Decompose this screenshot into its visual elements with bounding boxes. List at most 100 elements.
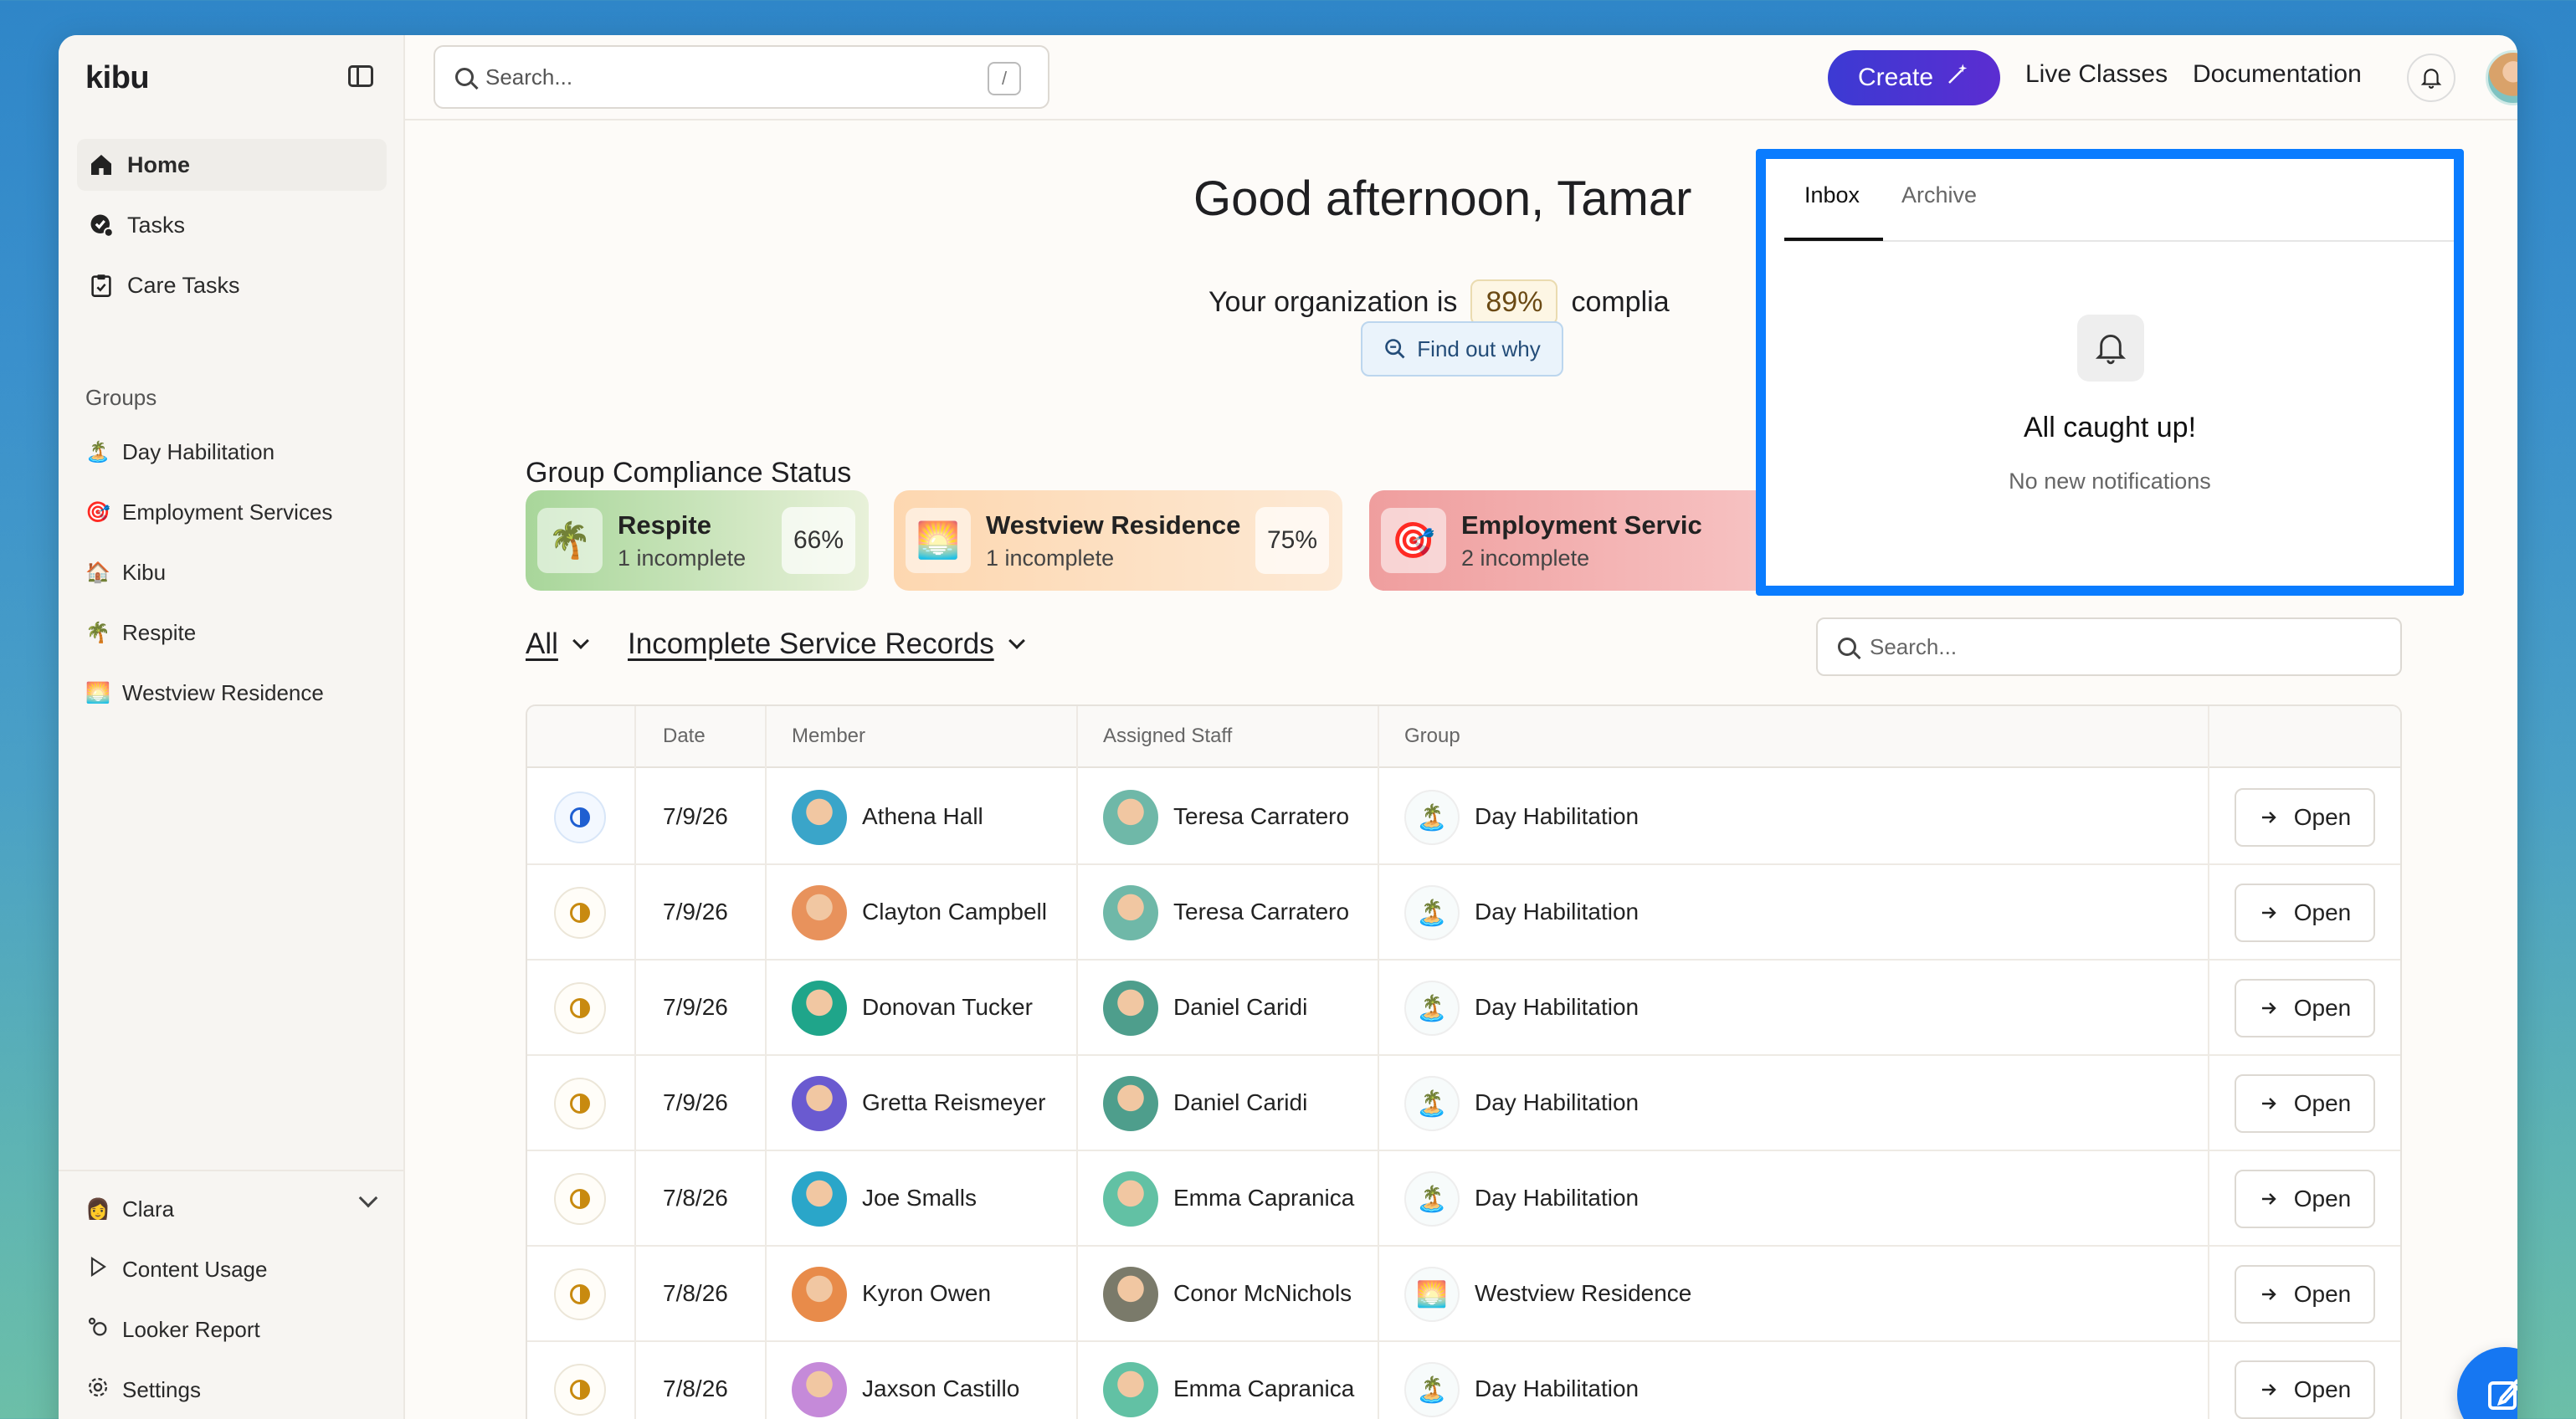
cell-group: Westview Residence [1475, 1280, 1692, 1306]
table-row[interactable]: 7/9/26 Clayton Campbell Teresa Carratero… [527, 865, 2400, 961]
zoom-search-icon [1385, 339, 1405, 359]
open-button[interactable]: Open [2235, 884, 2375, 942]
card-percent: 75% [1255, 507, 1329, 574]
clipboard-icon [87, 271, 115, 300]
cell-group: Day Habilitation [1475, 803, 1640, 829]
compliance-card-westview-residence[interactable]: 🌅 Westview Residence 1 incomplete 75% [894, 490, 1342, 591]
sidebar-group-day-habilitation[interactable]: 🏝️ Day Habilitation [77, 428, 387, 476]
open-button[interactable]: Open [2235, 1074, 2375, 1133]
sidebar-item-label: Home [127, 151, 191, 177]
cell-member[interactable]: Clayton Campbell [862, 899, 1047, 925]
column-header-member[interactable]: Member [792, 725, 865, 748]
user-avatar-icon: 👩 [85, 1197, 110, 1221]
sidebar-group-label: Respite [122, 619, 197, 645]
sidebar-item-tasks[interactable]: Tasks [77, 199, 387, 251]
cell-staff: Teresa Carratero [1173, 899, 1350, 925]
compliance-percent-badge: 89% [1470, 279, 1558, 325]
table-row[interactable]: 7/9/26 Donovan Tucker Daniel Caridi 🏝️ D… [527, 961, 2400, 1056]
sidebar-group-label: Kibu [122, 559, 167, 585]
status-half-icon[interactable] [554, 1173, 606, 1225]
cell-member[interactable]: Gretta Reismeyer [862, 1089, 1045, 1116]
sidebar-item-settings[interactable]: Settings [77, 1365, 387, 1414]
card-subtitle: 2 incomplete [1461, 545, 1590, 571]
sidebar-item-looker-report[interactable]: Looker Report [77, 1305, 387, 1354]
keyboard-shortcut-badge: / [988, 62, 1021, 95]
status-half-icon[interactable] [554, 791, 606, 843]
cell-member[interactable]: Athena Hall [862, 803, 983, 830]
documentation-link[interactable]: Documentation [2193, 60, 2362, 89]
empty-state-subtitle: No new notifications [2009, 469, 2211, 494]
group-icon: 🏝️ [1404, 1362, 1460, 1417]
user-switcher[interactable]: 👩 Clara [77, 1185, 387, 1233]
open-button[interactable]: Open [2235, 979, 2375, 1037]
compliance-card-respite[interactable]: 🌴 Respite 1 incomplete 66% [526, 490, 869, 591]
open-button[interactable]: Open [2235, 1265, 2375, 1324]
sidebar-group-kibu[interactable]: 🏠 Kibu [77, 548, 387, 597]
cell-date: 7/8/26 [663, 1280, 728, 1306]
tab-divider [1784, 240, 2454, 242]
open-button-label: Open [2293, 1281, 2352, 1307]
sidebar-item-care-tasks[interactable]: Care Tasks [77, 259, 387, 311]
tab-inbox[interactable]: Inbox [1804, 182, 1860, 208]
table-row[interactable]: 7/8/26 Kyron Owen Conor McNichols 🌅 West… [527, 1247, 2400, 1342]
arrow-right-icon [2261, 1384, 2276, 1396]
group-icon: 🏝️ [1404, 1076, 1460, 1131]
compliance-suffix: complia [1571, 286, 1670, 318]
open-button[interactable]: Open [2235, 1360, 2375, 1419]
live-classes-link[interactable]: Live Classes [2025, 60, 2168, 89]
member-avatar [792, 1076, 847, 1131]
sidebar-group-label: Employment Services [122, 499, 333, 525]
table-row[interactable]: 7/8/26 Joe Smalls Emma Capranica 🏝️ Day … [527, 1151, 2400, 1247]
open-button[interactable]: Open [2235, 1170, 2375, 1228]
member-avatar [792, 1171, 847, 1227]
sidebar-group-westview-residence[interactable]: 🌅 Westview Residence [77, 669, 387, 717]
cell-member[interactable]: Jaxson Castillo [862, 1375, 1019, 1402]
filter-all-dropdown[interactable]: All [526, 628, 589, 661]
sidebar-group-respite[interactable]: 🌴 Respite [77, 608, 387, 657]
compliance-prefix: Your organization is [1208, 286, 1458, 318]
find-out-why-button[interactable]: Find out why [1361, 321, 1563, 377]
cell-member[interactable]: Joe Smalls [862, 1185, 977, 1212]
status-half-icon[interactable] [554, 1078, 606, 1130]
card-name: Respite [618, 510, 711, 540]
notifications-button[interactable] [2407, 54, 2455, 102]
tab-archive[interactable]: Archive [1901, 182, 1977, 208]
brand-logo[interactable]: kibu [85, 60, 150, 96]
sidebar-item-home[interactable]: Home [77, 139, 387, 191]
cell-group: Day Habilitation [1475, 899, 1640, 925]
bell-icon [2077, 315, 2144, 382]
filter-records-dropdown[interactable]: Incomplete Service Records [628, 628, 1025, 661]
sidebar-item-content-usage[interactable]: Content Usage [77, 1245, 387, 1293]
cell-staff: Emma Capranica [1173, 1185, 1355, 1211]
status-half-icon[interactable] [554, 1364, 606, 1416]
table-row[interactable]: 7/9/26 Gretta Reismeyer Daniel Caridi 🏝️… [527, 1056, 2400, 1151]
status-half-icon[interactable] [554, 982, 606, 1034]
open-button[interactable]: Open [2235, 788, 2375, 847]
groups-section-label: Groups [85, 385, 157, 410]
table-row[interactable]: 7/8/26 Jaxson Castillo Emma Capranica 🏝️… [527, 1342, 2400, 1419]
column-header-group[interactable]: Group [1404, 725, 1460, 748]
cell-member[interactable]: Donovan Tucker [862, 994, 1033, 1021]
column-header-assigned-staff[interactable]: Assigned Staff [1103, 725, 1232, 748]
cell-member[interactable]: Kyron Owen [862, 1280, 991, 1307]
status-half-icon[interactable] [554, 887, 606, 939]
page-greeting: Good afternoon, Tamar [1193, 172, 1692, 226]
user-avatar[interactable] [2486, 50, 2517, 105]
member-avatar [792, 790, 847, 845]
table-row[interactable]: 7/9/26 Athena Hall Teresa Carratero 🏝️ D… [527, 770, 2400, 865]
sidebar-group-employment-services[interactable]: 🎯 Employment Services [77, 488, 387, 536]
chevron-down-icon [572, 633, 589, 649]
table-search-placeholder: Search... [1870, 633, 1958, 659]
cell-staff: Daniel Caridi [1173, 1089, 1308, 1115]
open-button-label: Open [2293, 995, 2352, 1021]
create-button[interactable]: Create [1828, 50, 2000, 105]
column-header-date[interactable]: Date [663, 725, 706, 748]
global-search-input[interactable]: Search... / [434, 45, 1049, 109]
compose-button[interactable] [2457, 1347, 2517, 1419]
sidebar-toggle-icon[interactable] [348, 65, 373, 87]
group-icon: 🌅 [1404, 1267, 1460, 1322]
table-search-input[interactable]: Search... [1816, 617, 2402, 676]
cell-group: Day Habilitation [1475, 1185, 1640, 1211]
target-icon: 🎯 [85, 500, 110, 524]
status-half-icon[interactable] [554, 1268, 606, 1320]
